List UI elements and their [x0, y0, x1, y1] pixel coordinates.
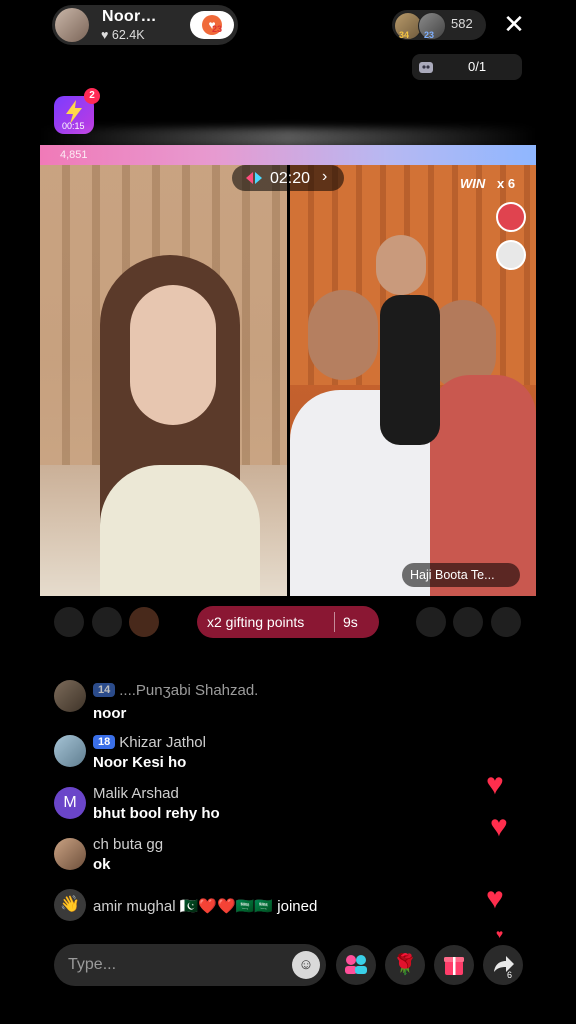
people-icon[interactable] — [336, 945, 376, 985]
share-count: 6 — [507, 970, 513, 980]
battle-timer: 02:20 — [270, 170, 311, 187]
right-host-video[interactable] — [290, 165, 536, 596]
supporter-avatar[interactable] — [129, 607, 159, 637]
chevron-right-icon: › — [322, 168, 328, 185]
join-username[interactable]: amir mughal — [93, 898, 176, 915]
person-shape — [308, 290, 378, 380]
comment-message: Noor Kesi ho — [93, 754, 187, 771]
counter-text: 0/1 — [468, 59, 487, 74]
divider — [334, 612, 335, 632]
heart-icon: ♥ — [486, 768, 504, 801]
supporter-avatar[interactable] — [453, 607, 483, 637]
right-host-name: Haji Boota Te... — [410, 568, 495, 582]
cloud-icon[interactable] — [496, 240, 526, 270]
follow-badge-count: 23 — [212, 24, 223, 34]
win-count: x 6 — [497, 176, 516, 191]
comment-username[interactable]: 14 ....Punʒabi Shahzad. — [93, 682, 258, 699]
heart-icon: ♥ — [490, 810, 508, 843]
supporter-avatar[interactable] — [92, 607, 122, 637]
follow-button[interactable]: ♥ 23 — [190, 11, 234, 39]
notification-badge: 2 — [84, 88, 100, 104]
shirt-shape — [380, 295, 440, 445]
battle-icon — [244, 171, 264, 185]
host-likes-count: 62.4K — [111, 28, 145, 42]
share-icon[interactable] — [483, 945, 523, 985]
viewer-count[interactable]: 582 — [451, 16, 473, 31]
comment-message: noor — [93, 705, 127, 722]
host-name[interactable]: Noor… — [102, 8, 157, 26]
wave-icon: 👋 — [54, 889, 86, 921]
comment-avatar[interactable] — [54, 680, 86, 712]
join-event: amir mughal 🇵🇰❤️❤️🇸🇦🇸🇦 joined — [93, 897, 317, 915]
robot-icon — [416, 58, 436, 76]
comment-avatar[interactable]: M — [54, 787, 86, 819]
comment-username[interactable]: 18 Khizar Jathol — [93, 734, 206, 751]
comment-username-text: ....Punʒabi Shahzad. — [119, 682, 259, 699]
person-shape — [376, 235, 426, 295]
supporter-avatar[interactable] — [416, 607, 446, 637]
join-emojis: 🇵🇰❤️❤️🇸🇦🇸🇦 — [179, 898, 274, 915]
comment-message: bhut bool rehy ho — [93, 805, 220, 822]
supporter-avatar[interactable] — [491, 607, 521, 637]
comment-username[interactable]: Malik Arshad — [93, 785, 179, 802]
comment-avatar[interactable] — [54, 838, 86, 870]
comment-username-text: Khizar Jathol — [119, 734, 206, 751]
rose-icon[interactable]: 🌹 — [385, 945, 425, 985]
outfit-shape — [100, 465, 260, 596]
level-badge: 18 — [93, 735, 116, 749]
comment-input-placeholder: Type... — [68, 956, 117, 973]
viewer-badge: 34 — [399, 30, 410, 40]
host-likes: ♥ 62.4K — [101, 28, 145, 42]
host-avatar[interactable] — [55, 8, 89, 42]
comment-message: ok — [93, 856, 111, 873]
supporter-avatar[interactable] — [54, 607, 84, 637]
emoji-icon[interactable]: ☺ — [292, 951, 320, 979]
level-badge: 14 — [93, 683, 116, 697]
battle-score-bar — [40, 145, 536, 165]
viewer-badge: 23 — [424, 30, 435, 40]
comment-avatar[interactable] — [54, 735, 86, 767]
left-host-video[interactable] — [40, 165, 287, 596]
gifting-timer: 9s — [343, 614, 358, 630]
close-icon[interactable]: ✕ — [498, 8, 530, 40]
face-shape — [130, 285, 216, 425]
heart-icon: ♥ — [496, 927, 504, 941]
win-label: WIN — [460, 176, 486, 191]
gifting-points-label: x2 gifting points — [207, 614, 305, 630]
comment-username[interactable]: ch buta gg — [93, 836, 163, 853]
heart-icon: ♥ — [101, 28, 109, 42]
heart-icon: ♥ — [486, 882, 504, 915]
rose-icon[interactable] — [496, 202, 526, 232]
gift-icon[interactable] — [434, 945, 474, 985]
join-text: joined — [277, 898, 318, 915]
left-score: 4,851 — [60, 149, 88, 161]
